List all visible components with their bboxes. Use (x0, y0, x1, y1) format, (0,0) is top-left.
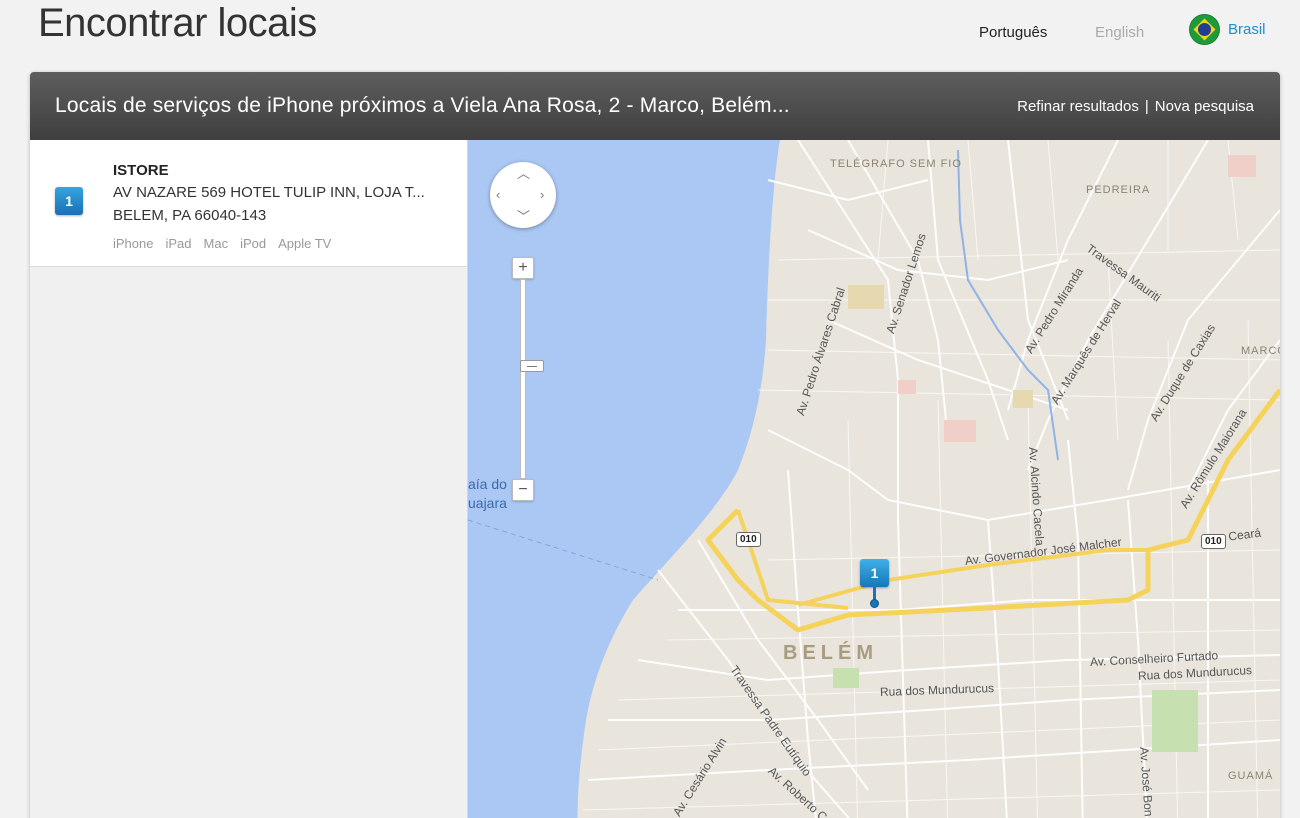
map-pin-number: 1 (860, 559, 889, 587)
results-sidebar: 1 ISTORE AV NAZARE 569 HOTEL TULIP INN, … (30, 140, 468, 818)
pan-left-icon[interactable]: ‹ (496, 188, 500, 201)
pan-up-icon[interactable]: ︿ (517, 167, 530, 180)
map-label-guama: GUAMÁ (1228, 770, 1274, 782)
panel-title: Locais de serviços de iPhone próximos a … (55, 94, 790, 117)
zoom-handle[interactable] (520, 360, 544, 372)
refine-results-link[interactable]: Refinar resultados (1017, 98, 1139, 115)
map-label-telegrafo: TELÉGRAFO SEM FIO (830, 158, 962, 170)
results-panel: Locais de serviços de iPhone próximos a … (30, 72, 1280, 818)
product-tag: iPod (240, 236, 267, 251)
map-view[interactable]: TELÉGRAFO SEM FIO PEDREIRA MARCO Travess… (468, 140, 1280, 818)
map-label-marco: MARCO (1241, 345, 1280, 357)
result-products: iPhone iPad Mac iPod Apple TV (113, 236, 331, 251)
map-canvas (468, 140, 1280, 818)
pan-right-icon[interactable]: › (540, 188, 544, 201)
language-english-link[interactable]: English (1095, 24, 1144, 41)
zoom-track[interactable] (520, 279, 544, 479)
map-label-baia-line2: uajara (468, 495, 507, 511)
result-address-line2: BELEM, PA 66040-143 (113, 207, 267, 224)
new-search-link[interactable]: Nova pesquisa (1155, 98, 1254, 115)
product-tag: Mac (203, 236, 229, 251)
result-item[interactable]: 1 ISTORE AV NAZARE 569 HOTEL TULIP INN, … (30, 140, 467, 267)
language-portuguese-link[interactable]: Português (979, 24, 1047, 41)
brazil-flag-icon (1189, 14, 1220, 45)
product-tag: iPad (165, 236, 192, 251)
map-label-pedreira: PEDREIRA (1086, 184, 1151, 196)
page-title: Encontrar locais (38, 1, 317, 45)
result-number-badge: 1 (55, 187, 83, 215)
panel-header: Locais de serviços de iPhone próximos a … (30, 72, 1280, 140)
zoom-in-button[interactable]: + (512, 257, 534, 279)
highway-shield-010-west: 010 (736, 532, 761, 547)
pan-control[interactable]: ︿ ﹀ ‹ › (490, 162, 556, 228)
panel-links: Refinar resultados | Nova pesquisa (1017, 98, 1254, 115)
link-separator: | (1144, 97, 1149, 115)
product-tag: Apple TV (278, 236, 332, 251)
map-pin-marker[interactable]: 1 (860, 559, 889, 608)
zoom-out-button[interactable]: − (512, 479, 534, 501)
country-selector[interactable]: Brasil (1189, 14, 1266, 45)
country-label: Brasil (1228, 21, 1266, 38)
map-label-baia-line1: aía do (468, 476, 507, 492)
zoom-slider[interactable]: + − (512, 257, 544, 501)
highway-shield-010-east: 010 (1201, 534, 1226, 549)
result-name[interactable]: ISTORE (113, 162, 169, 179)
product-tag: iPhone (113, 236, 154, 251)
pan-down-icon[interactable]: ﹀ (517, 210, 530, 223)
map-label-belem: BELÉM (783, 642, 878, 664)
result-address-line1: AV NAZARE 569 HOTEL TULIP INN, LOJA T... (113, 184, 425, 201)
